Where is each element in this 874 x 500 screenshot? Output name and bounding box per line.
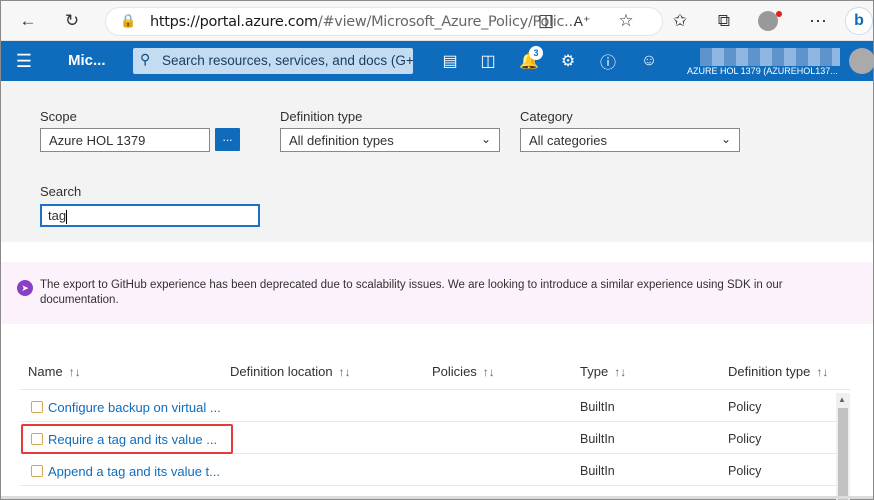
refresh-icon[interactable]: ↻ — [59, 9, 85, 33]
apps-icon[interactable]: ◫ — [533, 9, 559, 33]
policy-name-link[interactable]: Append a tag and its value t... — [48, 464, 220, 479]
favorite-star-icon[interactable]: ☆ — [613, 9, 639, 33]
definition-type-label: Definition type — [280, 109, 363, 124]
definition-type-value: All definition types — [289, 133, 394, 148]
lock-icon[interactable]: 🔒 — [120, 13, 136, 29]
more-options-icon[interactable]: ⋯ — [805, 9, 831, 33]
sort-icon: ↑↓ — [816, 365, 829, 379]
account-directory-name[interactable]: AZURE HOL 1379 (AZUREHOL137... — [687, 66, 838, 76]
row-divider — [20, 421, 850, 422]
column-header-definition-type[interactable]: Definition type ↑↓ — [728, 364, 828, 379]
row-definition-type: Policy — [728, 432, 762, 446]
help-question-icon[interactable]: ⓘ — [596, 50, 620, 72]
read-aloud-icon[interactable]: A⁺ — [569, 9, 595, 33]
search-input-value: tag — [48, 208, 67, 223]
row-type: BuiltIn — [580, 400, 615, 414]
sort-icon: ↑↓ — [338, 365, 351, 379]
notification-count-badge: 3 — [529, 46, 543, 60]
scope-value: Azure HOL 1379 — [49, 133, 146, 148]
search-input[interactable]: tag — [40, 204, 260, 227]
category-dropdown[interactable]: All categories ⌄ — [520, 128, 740, 152]
row-divider — [20, 485, 850, 486]
cloud-shell-icon[interactable]: ▤ — [438, 50, 462, 72]
back-arrow-icon[interactable]: ← — [15, 9, 41, 33]
search-icon: ⚲ — [140, 51, 151, 67]
settings-gear-icon[interactable]: ⚙ — [556, 50, 580, 72]
hamburger-menu-icon[interactable]: ☰ — [11, 49, 37, 73]
search-label: Search — [40, 184, 82, 199]
feedback-icon[interactable]: ☺ — [637, 50, 661, 72]
row-type: BuiltIn — [580, 464, 615, 478]
url-text[interactable]: https://portal.azure.com/#view/Microsoft… — [150, 14, 577, 30]
row-type: BuiltIn — [580, 432, 615, 446]
global-search-placeholder: Search resources, services, and docs (G+… — [162, 53, 413, 68]
header-divider — [20, 389, 850, 390]
url-host: https://portal.azure.com — [150, 14, 318, 30]
column-header-label: Policies — [432, 364, 477, 379]
chevron-down-icon: ⌄ — [720, 132, 731, 146]
redacted-account-email — [700, 48, 840, 66]
column-header-type[interactable]: Type ↑↓ — [580, 364, 626, 379]
column-header-policies[interactable]: Policies ↑↓ — [432, 364, 495, 379]
global-search-box[interactable]: ⚲ Search resources, services, and docs (… — [133, 48, 413, 74]
rocket-icon: ➤ — [17, 280, 33, 296]
collections-icon[interactable]: ⧉ — [711, 9, 737, 33]
policy-definition-icon — [31, 465, 43, 477]
column-header-label: Definition location — [230, 364, 333, 379]
policy-definition-icon — [31, 401, 43, 413]
portal-title[interactable]: Mic... — [68, 52, 106, 69]
policy-name-link[interactable]: Configure backup on virtual ... — [48, 400, 221, 415]
profile-alert-dot — [776, 11, 782, 17]
row-definition-type: Policy — [728, 464, 762, 478]
column-header-label: Name — [28, 364, 63, 379]
banner-message: The export to GitHub experience has been… — [40, 279, 783, 306]
bottom-edge — [1, 496, 873, 499]
category-value: All categories — [529, 133, 608, 148]
text-cursor — [66, 209, 68, 224]
column-header-name[interactable]: Name ↑↓ — [28, 364, 81, 379]
favorites-list-icon[interactable]: ✩ — [667, 9, 693, 33]
avatar[interactable] — [849, 48, 874, 74]
column-header-definition-location[interactable]: Definition location ↑↓ — [230, 364, 351, 379]
column-header-label: Definition type — [728, 364, 811, 379]
sort-icon: ↑↓ — [614, 365, 627, 379]
definition-type-dropdown[interactable]: All definition types ⌄ — [280, 128, 500, 152]
scope-field[interactable]: Azure HOL 1379 — [40, 128, 210, 152]
callout-highlight-box — [21, 424, 233, 454]
directory-filter-icon[interactable]: ◫ — [476, 50, 500, 72]
column-header-label: Type — [580, 364, 609, 379]
scrollbar-thumb[interactable] — [838, 408, 848, 500]
scroll-up-arrow-icon[interactable]: ▲ — [838, 395, 846, 404]
bing-icon[interactable]: b — [845, 7, 873, 35]
scope-label: Scope — [40, 109, 77, 124]
scope-picker-button[interactable]: ... — [215, 128, 240, 151]
sort-icon: ↑↓ — [68, 365, 81, 379]
chevron-down-icon: ⌄ — [480, 132, 491, 146]
row-definition-type: Policy — [728, 400, 762, 414]
browser-toolbar: ← ↻ 🔒 https://portal.azure.com/#view/Mic… — [1, 1, 873, 41]
sort-icon: ↑↓ — [482, 365, 495, 379]
category-label: Category — [520, 109, 573, 124]
